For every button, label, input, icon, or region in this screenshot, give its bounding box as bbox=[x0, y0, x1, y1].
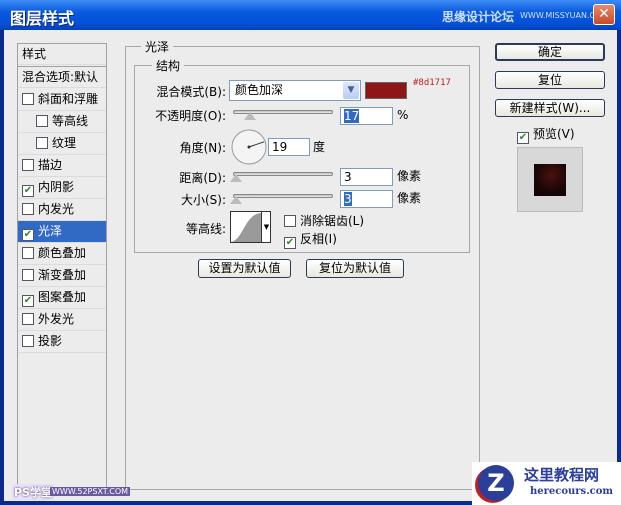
style-list-item-label: 颜色叠加 bbox=[38, 246, 87, 260]
size-slider-thumb[interactable] bbox=[230, 196, 242, 204]
style-list-item[interactable]: 渐变叠加 bbox=[18, 265, 106, 287]
distance-input[interactable]: 3 bbox=[340, 168, 393, 186]
distance-slider-thumb[interactable] bbox=[230, 174, 242, 182]
style-list-item[interactable]: 等高线 bbox=[18, 111, 106, 133]
invert-checkbox[interactable]: ✔ 反相(I) bbox=[284, 230, 337, 249]
blend-options-item[interactable]: 混合选项:默认 bbox=[18, 66, 106, 88]
antialias-label: 消除锯齿(L) bbox=[300, 214, 365, 228]
ok-button[interactable]: 确定 bbox=[495, 43, 605, 61]
watermark-site-url: herecours.com bbox=[530, 486, 614, 497]
new-style-button[interactable]: 新建样式(W)... bbox=[495, 99, 605, 117]
contour-picker[interactable]: ▼ bbox=[230, 211, 271, 243]
watermark-bottom-left-url: WWW.52PSXT.COM bbox=[50, 487, 131, 496]
blend-mode-label: 混合模式(B): bbox=[156, 85, 226, 99]
checkbox-icon[interactable]: ✔ bbox=[22, 185, 34, 197]
checkbox-icon[interactable] bbox=[22, 313, 34, 325]
style-list-item-label: 内发光 bbox=[38, 202, 75, 216]
opacity-unit: % bbox=[397, 108, 409, 122]
checkbox-icon[interactable] bbox=[36, 115, 48, 127]
style-list-item-label: 描边 bbox=[38, 158, 63, 172]
checkbox-icon[interactable] bbox=[22, 203, 34, 215]
watermark-site-name: 这里教程网 bbox=[524, 466, 600, 484]
style-list-item-label: 渐变叠加 bbox=[38, 268, 87, 282]
checkbox-icon[interactable] bbox=[22, 247, 34, 259]
reset-button[interactable]: 复位 bbox=[495, 71, 605, 89]
color-annotation: #8d1717 bbox=[413, 78, 451, 88]
preview-checkbox[interactable]: ✔ 预览(V) bbox=[517, 125, 575, 144]
antialias-check-icon bbox=[284, 215, 296, 227]
size-label: 大小(S): bbox=[180, 193, 226, 207]
distance-unit: 像素 bbox=[397, 169, 422, 183]
style-list-item[interactable]: 内发光 bbox=[18, 199, 106, 221]
style-list-item-label: 斜面和浮雕 bbox=[38, 92, 99, 106]
style-list-item-label: 光泽 bbox=[38, 224, 63, 238]
style-list-item[interactable]: ✔ 图案叠加 bbox=[18, 287, 106, 309]
size-slider[interactable] bbox=[233, 194, 333, 198]
angle-dial[interactable] bbox=[230, 128, 268, 166]
preview-check-icon: ✔ bbox=[517, 132, 529, 144]
opacity-input[interactable]: 17 bbox=[340, 107, 393, 125]
angle-input[interactable]: 19 bbox=[268, 138, 310, 156]
checkbox-icon[interactable] bbox=[22, 335, 34, 347]
style-list-item-label: 内阴影 bbox=[38, 180, 75, 194]
style-list-header: 样式 bbox=[18, 44, 106, 65]
distance-slider[interactable] bbox=[233, 172, 333, 176]
watermark-top: 思缘设计论坛 bbox=[442, 10, 515, 24]
style-list-item-label: 等高线 bbox=[52, 114, 89, 128]
opacity-value: 17 bbox=[344, 109, 360, 123]
checkbox-icon[interactable] bbox=[22, 159, 34, 171]
size-unit: 像素 bbox=[397, 191, 422, 205]
opacity-slider-thumb[interactable] bbox=[244, 112, 256, 120]
style-list-item[interactable]: 投影 bbox=[18, 331, 106, 353]
blend-mode-select[interactable]: 颜色加深 ▼ bbox=[229, 80, 361, 101]
antialias-checkbox[interactable]: 消除锯齿(L) bbox=[284, 212, 364, 229]
angle-label: 角度(N): bbox=[179, 141, 226, 155]
contour-curve-icon bbox=[231, 213, 261, 242]
style-list-item[interactable]: 颜色叠加 bbox=[18, 243, 106, 265]
color-swatch[interactable] bbox=[365, 82, 407, 99]
style-list-item[interactable]: 纹理 bbox=[18, 133, 106, 155]
close-button[interactable]: ✕ bbox=[593, 4, 615, 25]
title-bar[interactable]: 图层样式 思缘设计论坛 WWW.MISSYUAN.COM ✕ bbox=[0, 0, 621, 30]
preview-thumbnail bbox=[517, 147, 583, 212]
angle-unit: 度 bbox=[313, 140, 326, 154]
style-list-item[interactable]: ✔ 光泽 bbox=[18, 221, 106, 243]
size-input[interactable]: 3 bbox=[340, 190, 393, 208]
contour-dropdown-icon[interactable]: ▼ bbox=[261, 212, 271, 242]
style-list-item[interactable]: 外发光 bbox=[18, 309, 106, 331]
size-value: 3 bbox=[344, 192, 352, 206]
blend-mode-value: 颜色加深 bbox=[235, 83, 284, 97]
checkbox-icon[interactable]: ✔ bbox=[22, 229, 34, 241]
invert-label: 反相(I) bbox=[300, 232, 337, 246]
reset-default-button[interactable]: 复位为默认值 bbox=[306, 259, 404, 278]
chevron-down-icon: ▼ bbox=[343, 82, 359, 99]
style-list-item-label: 投影 bbox=[38, 334, 63, 348]
contour-label: 等高线: bbox=[185, 222, 226, 236]
opacity-label: 不透明度(O): bbox=[155, 109, 226, 123]
preview-swatch bbox=[534, 164, 566, 196]
watermark-bottom-left: PS学堂 bbox=[12, 484, 54, 500]
style-list-item[interactable]: 斜面和浮雕 bbox=[18, 89, 106, 111]
style-list-item[interactable]: 描边 bbox=[18, 155, 106, 177]
checkbox-icon[interactable] bbox=[22, 93, 34, 105]
structure-title: 结构 bbox=[152, 57, 185, 74]
window-title: 图层样式 bbox=[10, 9, 75, 28]
checkbox-icon[interactable] bbox=[22, 269, 34, 281]
style-list-item-label: 纹理 bbox=[52, 136, 77, 150]
logo-z-icon: Z bbox=[478, 465, 514, 501]
checkbox-icon[interactable] bbox=[36, 137, 48, 149]
set-default-button[interactable]: 设置为默认值 bbox=[198, 259, 291, 278]
style-list-item-label: 外发光 bbox=[38, 312, 75, 326]
style-list-item-label: 图案叠加 bbox=[38, 290, 87, 304]
preview-label: 预览(V) bbox=[533, 127, 575, 141]
checkbox-icon[interactable]: ✔ bbox=[22, 295, 34, 307]
distance-label: 距离(D): bbox=[179, 171, 226, 185]
style-list-item[interactable]: ✔ 内阴影 bbox=[18, 177, 106, 199]
satin-group-title: 光泽 bbox=[141, 38, 174, 55]
watermark-bottom-right: Z 这里教程网 herecours.com bbox=[472, 462, 621, 505]
invert-check-icon: ✔ bbox=[284, 237, 296, 249]
